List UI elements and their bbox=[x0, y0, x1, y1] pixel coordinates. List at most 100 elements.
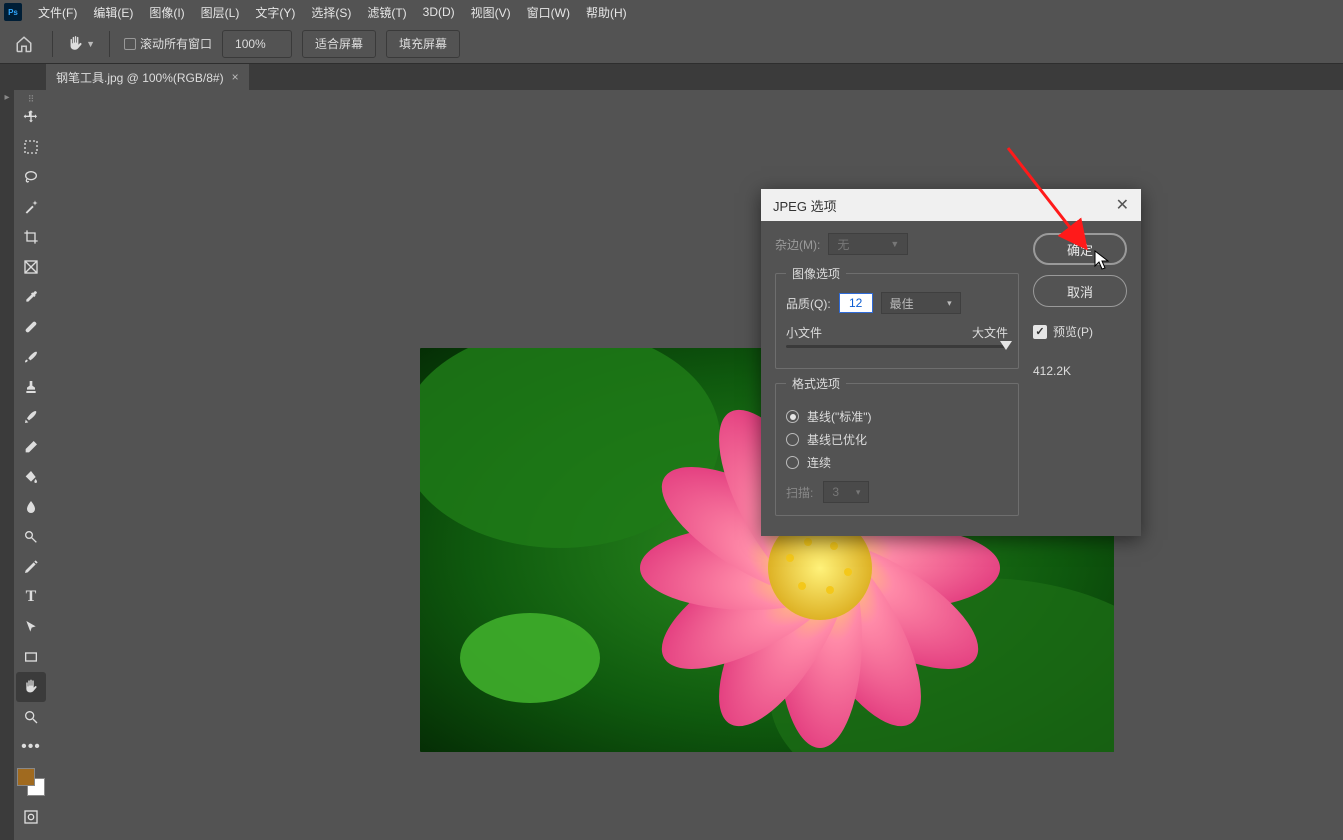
image-options-legend: 图像选项 bbox=[786, 265, 846, 282]
bucket-icon bbox=[23, 469, 39, 485]
preview-checkbox[interactable]: ✓ 预览(P) bbox=[1033, 323, 1127, 340]
eyedropper-tool[interactable] bbox=[16, 282, 46, 312]
filesize-label: 412.2K bbox=[1033, 364, 1127, 378]
hand-tool[interactable] bbox=[16, 672, 46, 702]
format-optimized-label: 基线已优化 bbox=[807, 431, 867, 448]
brush-tool[interactable] bbox=[16, 342, 46, 372]
preview-label: 预览(P) bbox=[1053, 323, 1093, 340]
menu-edit[interactable]: 编辑(E) bbox=[85, 4, 141, 21]
rectangle-icon bbox=[23, 649, 39, 665]
color-swatches[interactable] bbox=[17, 768, 45, 796]
history-brush-tool[interactable] bbox=[16, 402, 46, 432]
home-icon bbox=[15, 35, 33, 53]
gutter-expand-icon[interactable]: ▸ bbox=[0, 90, 14, 103]
slider-track[interactable] bbox=[786, 345, 1008, 348]
chevron-down-icon: ▼ bbox=[890, 239, 899, 249]
app-logo: Ps bbox=[4, 3, 22, 21]
quality-slider[interactable]: 小文件 大文件 bbox=[786, 324, 1008, 356]
dodge-tool[interactable] bbox=[16, 522, 46, 552]
frame-tool[interactable] bbox=[16, 252, 46, 282]
menu-file[interactable]: 文件(F) bbox=[30, 4, 85, 21]
matte-value: 无 bbox=[837, 236, 849, 253]
magnifier-icon bbox=[23, 709, 39, 725]
cancel-button[interactable]: 取消 bbox=[1033, 275, 1127, 307]
move-tool[interactable] bbox=[16, 102, 46, 132]
canvas-area[interactable] bbox=[48, 90, 1343, 840]
chevron-down-icon: ▼ bbox=[86, 39, 95, 49]
dialog-title-label: JPEG 选项 bbox=[773, 196, 837, 215]
checkbox-checked-icon: ✓ bbox=[1033, 325, 1047, 339]
hand-icon bbox=[67, 35, 84, 53]
gradient-tool[interactable] bbox=[16, 462, 46, 492]
zoom-tool[interactable] bbox=[16, 702, 46, 732]
stamp-tool[interactable] bbox=[16, 372, 46, 402]
menu-view[interactable]: 视图(V) bbox=[463, 4, 519, 21]
dialog-close-button[interactable]: ✕ bbox=[1116, 195, 1129, 215]
eraser-icon bbox=[23, 439, 39, 455]
format-progressive-radio[interactable]: 连续 bbox=[786, 454, 1008, 471]
matte-label: 杂边(M): bbox=[775, 236, 820, 253]
tool-icon-hand[interactable]: ▼ bbox=[67, 30, 95, 58]
shape-tool[interactable] bbox=[16, 642, 46, 672]
quick-select-tool[interactable] bbox=[16, 192, 46, 222]
chevron-down-icon: ▾ bbox=[947, 298, 952, 309]
scan-select: 3 ▾ bbox=[823, 481, 869, 503]
close-tab-icon[interactable]: × bbox=[232, 70, 239, 84]
crop-tool[interactable] bbox=[16, 222, 46, 252]
slider-min-label: 小文件 bbox=[786, 324, 822, 341]
marquee-tool[interactable] bbox=[16, 132, 46, 162]
format-options-legend: 格式选项 bbox=[786, 375, 846, 392]
droplet-icon bbox=[23, 499, 39, 515]
menu-window[interactable]: 窗口(W) bbox=[519, 4, 578, 21]
image-options-group: 图像选项 品质(Q): 12 最佳 ▾ 小文件 大文件 bbox=[775, 265, 1019, 369]
menu-bar: Ps 文件(F) 编辑(E) 图像(I) 图层(L) 文字(Y) 选择(S) 滤… bbox=[0, 0, 1343, 24]
pen-tool[interactable] bbox=[16, 552, 46, 582]
fit-screen-button[interactable]: 适合屏幕 bbox=[302, 30, 376, 58]
foreground-color-swatch[interactable] bbox=[17, 768, 35, 786]
scan-label: 扫描: bbox=[786, 484, 813, 501]
frame-icon bbox=[23, 259, 39, 275]
lasso-icon bbox=[23, 169, 39, 185]
ellipsis-icon: ••• bbox=[21, 738, 41, 756]
bandage-icon bbox=[23, 319, 39, 335]
separator bbox=[109, 31, 110, 57]
quality-preset-value: 最佳 bbox=[890, 295, 914, 312]
quick-mask-toggle[interactable] bbox=[16, 802, 46, 832]
matte-select: 无 ▼ bbox=[828, 233, 908, 255]
quality-input[interactable]: 12 bbox=[839, 293, 873, 313]
format-baseline-label: 基线("标准") bbox=[807, 408, 872, 425]
healing-tool[interactable] bbox=[16, 312, 46, 342]
path-select-tool[interactable] bbox=[16, 612, 46, 642]
slider-max-label: 大文件 bbox=[972, 324, 1008, 341]
checkbox-icon bbox=[124, 38, 136, 50]
lasso-tool[interactable] bbox=[16, 162, 46, 192]
stamp-icon bbox=[23, 379, 39, 395]
menu-help[interactable]: 帮助(H) bbox=[578, 4, 635, 21]
move-icon bbox=[23, 109, 39, 125]
wand-icon bbox=[23, 199, 39, 215]
slider-thumb[interactable] bbox=[1000, 341, 1012, 350]
format-optimized-radio[interactable]: 基线已优化 bbox=[786, 431, 1008, 448]
eraser-tool[interactable] bbox=[16, 432, 46, 462]
menu-type[interactable]: 文字(Y) bbox=[247, 4, 303, 21]
options-bar: ▼ 滚动所有窗口 100% 适合屏幕 填充屏幕 bbox=[0, 24, 1343, 64]
dialog-titlebar[interactable]: JPEG 选项 ✕ bbox=[761, 189, 1141, 221]
scroll-all-checkbox[interactable]: 滚动所有窗口 bbox=[124, 35, 212, 52]
quality-preset-select[interactable]: 最佳 ▾ bbox=[881, 292, 961, 314]
format-baseline-radio[interactable]: 基线("标准") bbox=[786, 408, 1008, 425]
menu-filter[interactable]: 滤镜(T) bbox=[359, 4, 414, 21]
home-button[interactable] bbox=[10, 30, 38, 58]
ok-button[interactable]: 确定 bbox=[1033, 233, 1127, 265]
menu-3d[interactable]: 3D(D) bbox=[415, 5, 463, 19]
blur-tool[interactable] bbox=[16, 492, 46, 522]
edit-toolbar[interactable]: ••• bbox=[16, 732, 46, 762]
menu-select[interactable]: 选择(S) bbox=[303, 4, 359, 21]
fill-screen-button[interactable]: 填充屏幕 bbox=[386, 30, 460, 58]
menu-image[interactable]: 图像(I) bbox=[141, 4, 192, 21]
toolbox-grip-icon[interactable]: ⠿ bbox=[16, 94, 46, 102]
document-tab[interactable]: 钢笔工具.jpg @ 100%(RGB/8#) × bbox=[46, 64, 249, 90]
type-tool[interactable]: T bbox=[16, 582, 46, 612]
radio-icon bbox=[786, 410, 799, 423]
menu-layer[interactable]: 图层(L) bbox=[193, 4, 248, 21]
zoom-field[interactable]: 100% bbox=[222, 30, 292, 58]
